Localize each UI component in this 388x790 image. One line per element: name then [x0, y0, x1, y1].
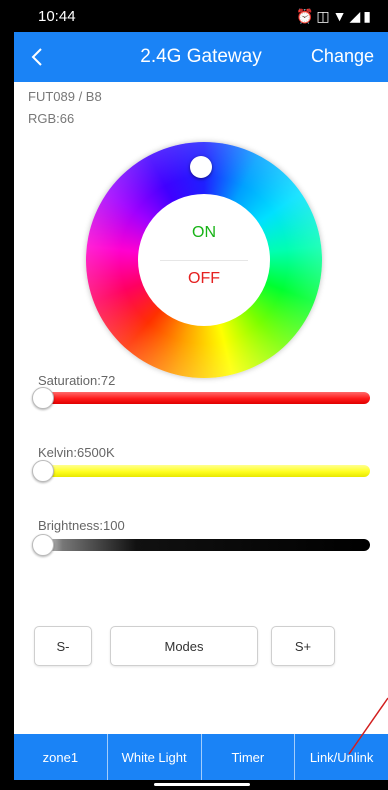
- tab-zone1[interactable]: zone1: [14, 734, 108, 780]
- wifi-icon: ▼: [332, 8, 350, 24]
- tab-link-unlink[interactable]: Link/Unlink: [295, 734, 388, 780]
- status-time: 10:44: [38, 8, 76, 25]
- color-wheel-handle[interactable]: [190, 156, 212, 178]
- bottom-tab-bar: zone1 White Light Timer Link/Unlink: [14, 734, 388, 780]
- saturation-label: Saturation:72: [38, 373, 116, 388]
- kelvin-label: Kelvin:6500K: [38, 445, 115, 460]
- brightness-slider[interactable]: [36, 539, 370, 551]
- brightness-slider-thumb[interactable]: [32, 534, 54, 556]
- kelvin-slider[interactable]: [36, 465, 370, 477]
- on-button[interactable]: ON: [138, 224, 270, 242]
- battery-icon: ▮: [363, 8, 374, 24]
- rgb-value: RGB:66: [28, 111, 75, 126]
- status-icons: ⏰◫▼◢▮: [296, 8, 374, 25]
- kelvin-slider-thumb[interactable]: [32, 460, 54, 482]
- status-bar: 10:44 ⏰◫▼◢▮: [14, 0, 388, 32]
- tab-timer[interactable]: Timer: [202, 734, 296, 780]
- s-plus-button[interactable]: S+: [271, 626, 335, 666]
- off-button[interactable]: OFF: [138, 270, 270, 288]
- system-nav-bar: [14, 780, 388, 790]
- modes-button[interactable]: Modes: [110, 626, 258, 666]
- color-wheel[interactable]: ON OFF: [86, 142, 322, 378]
- alarm-icon: ⏰: [295, 8, 317, 24]
- change-button[interactable]: Change: [311, 46, 374, 67]
- signal-icon: ◢: [349, 8, 364, 24]
- device-model: FUT089 / B8: [28, 89, 102, 104]
- vibrate-icon: ◫: [316, 8, 333, 24]
- app-header: 2.4G Gateway Change: [14, 32, 388, 82]
- power-control: ON OFF: [138, 194, 270, 326]
- home-indicator[interactable]: [154, 783, 250, 786]
- power-divider: [160, 260, 248, 261]
- tab-white-light[interactable]: White Light: [108, 734, 202, 780]
- s-minus-button[interactable]: S-: [34, 626, 92, 666]
- brightness-label: Brightness:100: [38, 518, 125, 533]
- app-screen: 2.4G Gateway Change FUT089 / B8 RGB:66 O…: [14, 32, 388, 790]
- saturation-slider-thumb[interactable]: [32, 387, 54, 409]
- saturation-slider[interactable]: [36, 392, 370, 404]
- phone-frame: 10:44 ⏰◫▼◢▮ 2.4G Gateway Change FUT089 /…: [0, 0, 388, 790]
